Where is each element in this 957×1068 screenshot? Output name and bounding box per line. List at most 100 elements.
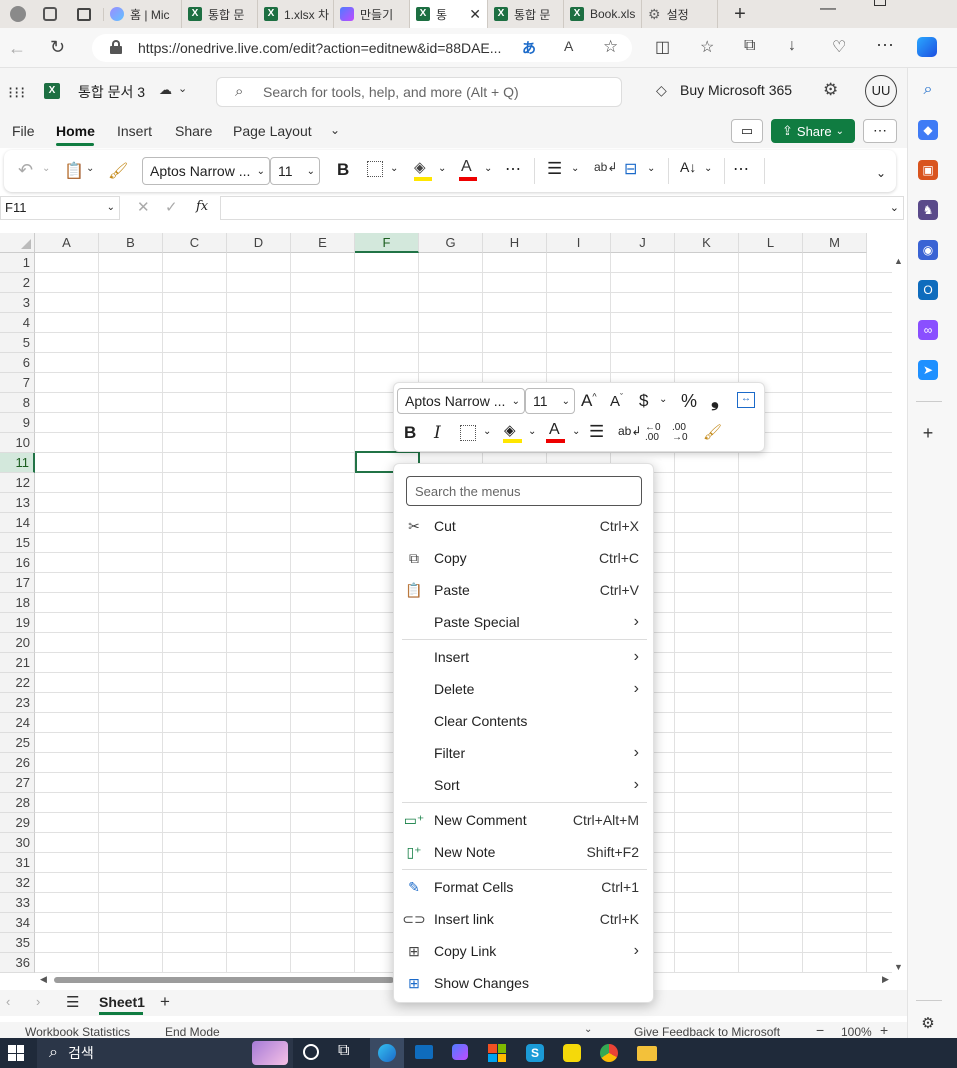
font-color-icon[interactable]: A [549, 421, 560, 439]
column-header[interactable]: M [803, 233, 867, 253]
scroll-right-icon[interactable]: ▶ [882, 974, 889, 985]
menu-item-insert-link[interactable]: ⊂⊃ Insert link Ctrl+K [394, 903, 655, 935]
row-header[interactable]: 29 [0, 813, 35, 833]
row-header[interactable]: 15 [0, 533, 35, 553]
avatar[interactable]: UU [865, 75, 897, 107]
row-header[interactable]: 2 [0, 273, 35, 293]
merge-cells-icon[interactable]: ⊟ [624, 159, 637, 179]
row-header[interactable]: 5 [0, 333, 35, 353]
workbook-statistics[interactable]: Workbook Statistics [25, 1025, 130, 1039]
url-field[interactable]: https://onedrive.live.com/edit?action=ed… [92, 34, 632, 62]
tab-actions-icon[interactable] [64, 7, 104, 21]
menu-item-delete[interactable]: Delete › [394, 673, 655, 705]
chevron-down-icon[interactable]: ⌄ [438, 163, 446, 174]
browser-tab[interactable]: 홈 | Mic [104, 0, 182, 28]
wrap-text-icon[interactable]: ab↲ [594, 160, 617, 174]
shopping-icon[interactable]: ◆ [918, 120, 938, 140]
settings-icon[interactable]: ⚙ [823, 80, 838, 100]
expand-ribbon-icon[interactable]: ⌄ [876, 166, 886, 180]
browser-essentials-icon[interactable]: ♡ [832, 37, 846, 57]
menu-item-clear-contents[interactable]: Clear Contents [394, 705, 655, 737]
chevron-down-icon[interactable]: ⌄ [484, 163, 492, 174]
chevron-down-icon[interactable]: ⌄ [42, 163, 50, 174]
row-header[interactable]: 13 [0, 493, 35, 513]
column-header[interactable]: I [547, 233, 611, 253]
row-header[interactable]: 3 [0, 293, 35, 313]
row-header[interactable]: 19 [0, 613, 35, 633]
row-header[interactable]: 34 [0, 913, 35, 933]
prev-sheet-icon[interactable]: ‹ [6, 994, 10, 1009]
row-header[interactable]: 21 [0, 653, 35, 673]
zoom-level[interactable]: 100% [841, 1025, 872, 1039]
align-icon[interactable]: ☰ [589, 422, 604, 442]
sheet-tab[interactable]: Sheet1 [99, 994, 145, 1010]
more-options-icon[interactable]: ⋯ [863, 119, 897, 143]
app-s-icon[interactable]: S [526, 1044, 544, 1062]
maximize-icon[interactable] [874, 0, 886, 6]
align-icon[interactable]: ☰ [547, 159, 562, 179]
paste-icon[interactable]: 📋 [64, 161, 84, 181]
row-header[interactable]: 30 [0, 833, 35, 853]
row-header[interactable]: 20 [0, 633, 35, 653]
browser-tab[interactable]: X Book.xls [564, 0, 642, 28]
browser-tab[interactable]: X 통합 문 [182, 0, 258, 28]
document-title[interactable]: 통합 문서 3 [78, 82, 145, 102]
fill-color-icon[interactable]: ◈ [504, 421, 516, 439]
next-sheet-icon[interactable]: › [36, 994, 40, 1009]
chevron-down-icon[interactable]: ⌄ [483, 426, 491, 437]
collections-icon[interactable]: ⧉ [744, 37, 755, 55]
chevron-down-icon[interactable]: ⌄ [390, 163, 398, 174]
menu-item-new-note[interactable]: ▯⁺ New Note Shift+F2 [394, 836, 655, 868]
all-sheets-icon[interactable]: ☰ [66, 993, 79, 1011]
more-font-options-icon[interactable]: ⋯ [505, 159, 521, 179]
menu-item-copy[interactable]: ⧉ Copy Ctrl+C [394, 542, 655, 574]
column-header[interactable]: H [483, 233, 547, 253]
add-sheet-icon[interactable]: + [160, 992, 170, 1012]
menu-item-paste-special[interactable]: Paste Special › [394, 606, 655, 638]
row-header[interactable]: 25 [0, 733, 35, 753]
chevron-down-icon[interactable]: ⌄ [86, 163, 94, 174]
fill-color-icon[interactable]: ◈ [414, 158, 426, 176]
microsoft-365-icon[interactable]: ◉ [918, 240, 938, 260]
row-header[interactable]: 6 [0, 353, 35, 373]
mini-font-name-select[interactable]: Aptos Narrow ... ⌄ [397, 388, 525, 414]
increase-font-size-icon[interactable]: A^ [581, 391, 597, 411]
column-header[interactable]: B [99, 233, 163, 253]
browser-tab[interactable]: X 통합 문 [488, 0, 564, 28]
row-header[interactable]: 14 [0, 513, 35, 533]
row-header[interactable]: 17 [0, 573, 35, 593]
tab-share[interactable]: Share [175, 123, 212, 139]
tab-home[interactable]: Home [56, 123, 95, 139]
outlook-icon[interactable]: O [918, 280, 938, 300]
copilot-icon[interactable] [917, 37, 937, 57]
row-header[interactable]: 4 [0, 313, 35, 333]
decrease-decimal-icon[interactable]: ←0.00 [645, 423, 661, 443]
column-header[interactable]: D [227, 233, 291, 253]
give-feedback-link[interactable]: Give Feedback to Microsoft [634, 1025, 780, 1039]
edge-taskbar-icon[interactable] [370, 1038, 404, 1068]
scroll-left-icon[interactable]: ◀ [40, 974, 47, 985]
store-icon[interactable] [488, 1044, 506, 1062]
row-header[interactable]: 12 [0, 473, 35, 493]
decrease-font-size-icon[interactable]: Aˇ [610, 392, 623, 410]
row-header[interactable]: 18 [0, 593, 35, 613]
chevron-down-icon[interactable]: ⌄ [704, 163, 712, 174]
search-tools-input[interactable]: ⌕ Search for tools, help, and more (Alt … [216, 77, 622, 107]
task-view-icon[interactable]: ⧉ [338, 1042, 349, 1060]
cortana-icon[interactable] [303, 1044, 319, 1060]
borders-icon[interactable] [460, 425, 476, 441]
enter-icon[interactable]: ✓ [165, 198, 178, 216]
font-size-select[interactable]: 11 ⌄ [270, 157, 320, 185]
more-options-icon[interactable]: ⋯ [876, 35, 894, 56]
chrome-icon[interactable] [600, 1044, 618, 1062]
row-header[interactable]: 9 [0, 413, 35, 433]
bold-icon[interactable]: B [404, 423, 416, 443]
column-header[interactable]: K [675, 233, 739, 253]
share-button[interactable]: ⇪ Share ⌄ [771, 119, 855, 143]
wrap-text-icon[interactable]: ab↲ [618, 424, 641, 438]
comma-style-icon[interactable]: ❟ [711, 389, 719, 412]
column-header[interactable]: C [163, 233, 227, 253]
browser-tab-active[interactable]: X 통 ✕ [410, 0, 488, 28]
menu-item-cut[interactable]: ✂ Cut Ctrl+X [394, 510, 655, 542]
sidebar-settings-icon[interactable]: ⚙ [918, 1013, 938, 1033]
